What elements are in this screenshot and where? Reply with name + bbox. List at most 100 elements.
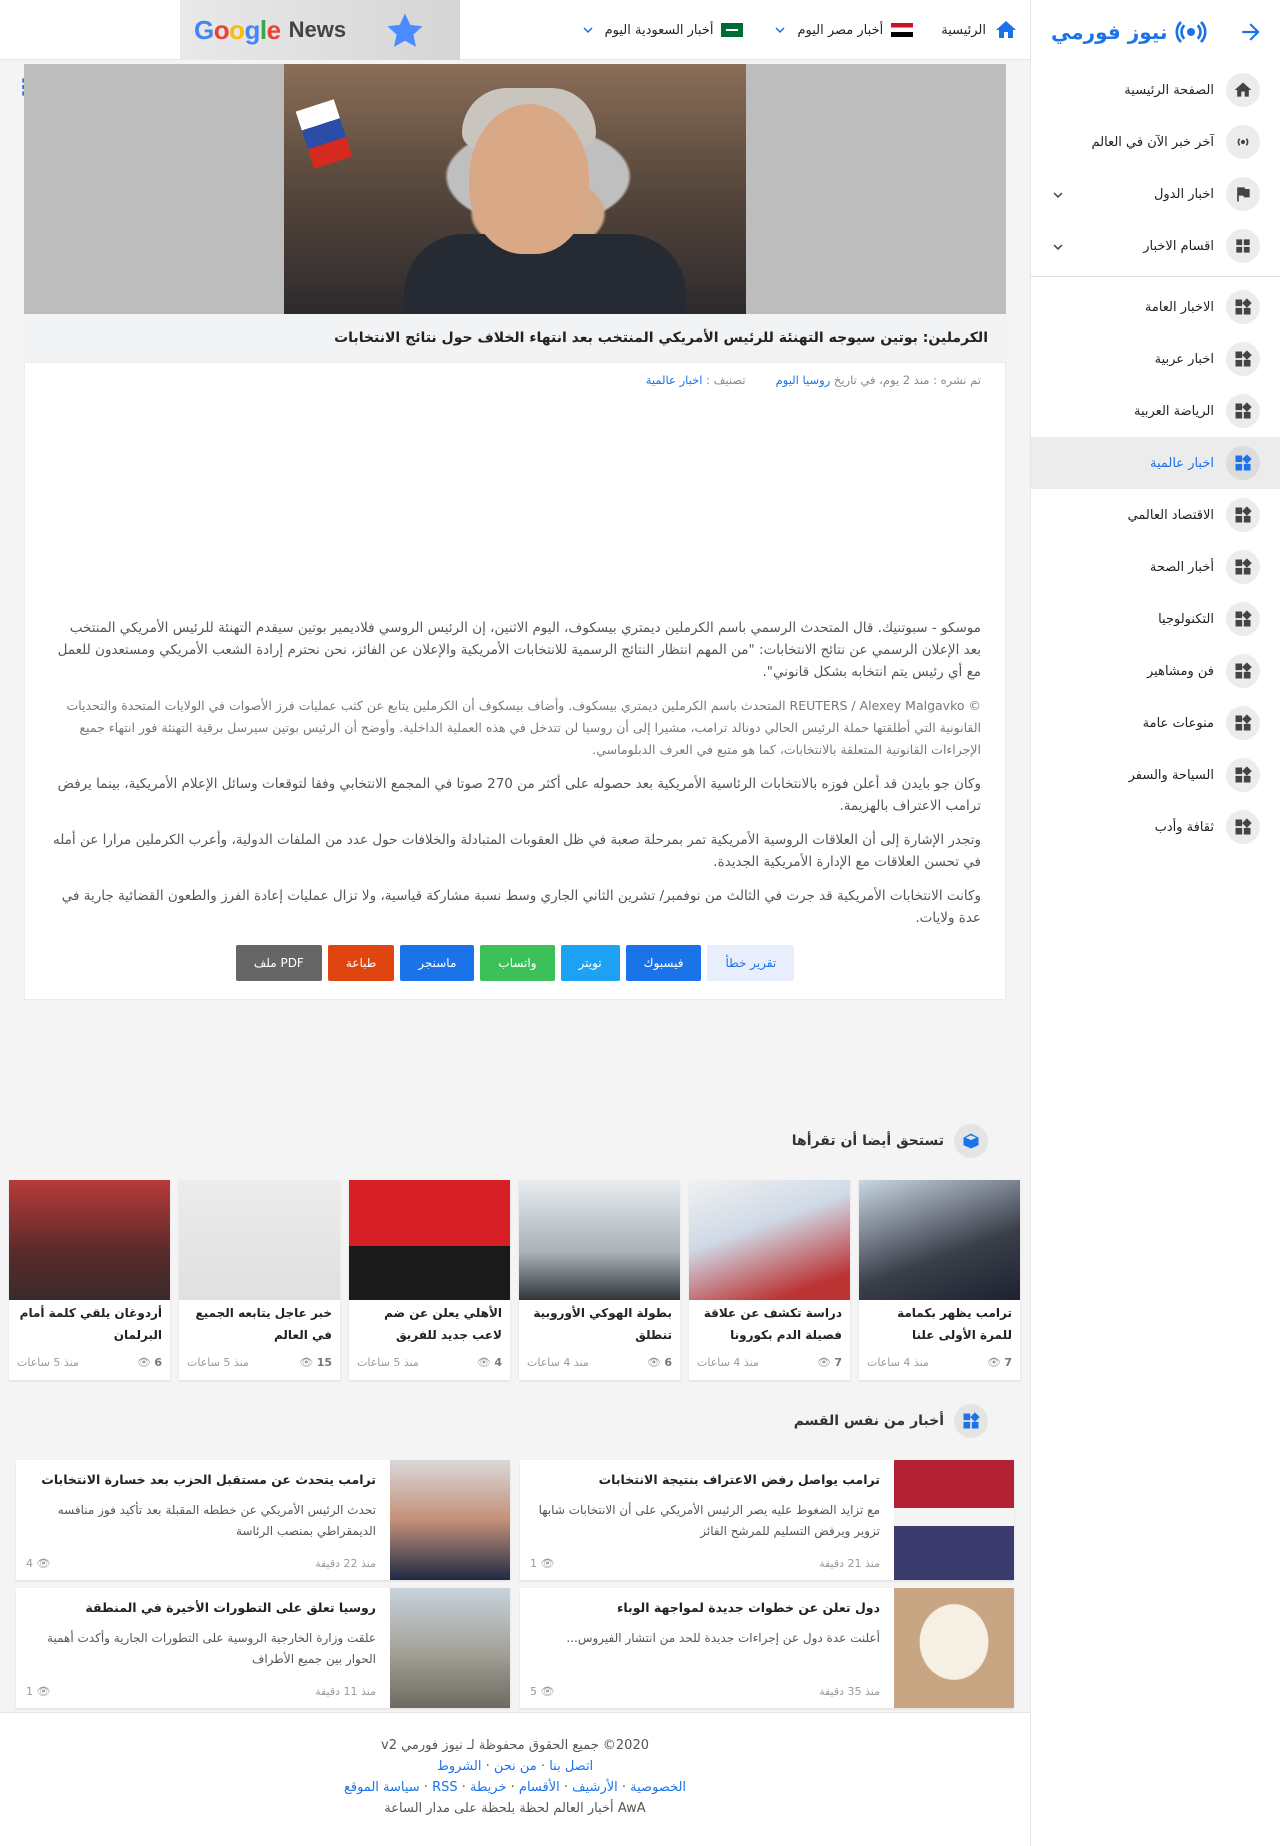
footer-links-2: الخصوصية · الأرشيف · الأقسام · خريطة · R… bbox=[343, 1780, 687, 1795]
latest-card-desc: تحدث الرئيس الأمريكي عن خططه المقبلة بعد… bbox=[57, 1503, 376, 1538]
footer-link[interactable]: من نحن bbox=[494, 1759, 537, 1774]
widget-icon bbox=[1226, 394, 1260, 428]
related-thumb bbox=[9, 1180, 170, 1300]
share-button[interactable]: طباعة bbox=[327, 945, 395, 981]
latest-card-title: روسيا تعلق على التطورات الأخيرة في المنط… bbox=[85, 1600, 376, 1615]
share-button[interactable]: PDF ملف bbox=[235, 945, 322, 981]
post-time: منذ 21 دقيقة bbox=[819, 1557, 880, 1570]
home-icon bbox=[996, 21, 1016, 38]
latest-card-meta: 1 👁 منذ 21 دقيقة bbox=[530, 1557, 880, 1570]
related-card-title: بطولة الهوكي الأوروبية تنطلق bbox=[533, 1306, 672, 1342]
sidebar-item-label: آخر خبر الآن في العالم bbox=[1091, 134, 1214, 150]
footer-link[interactable]: اتصل بنا bbox=[549, 1759, 593, 1774]
widget-icon bbox=[1226, 446, 1260, 480]
category-icon bbox=[1226, 229, 1260, 263]
sidebar-item-label: الاخبار العامة bbox=[1144, 299, 1214, 315]
share-button[interactable]: واتساب bbox=[480, 945, 555, 981]
article-body: موسكو - سبوتنيك. قال المتحدث الرسمي باسم… bbox=[49, 617, 981, 929]
nav-egypt[interactable]: أخبار مصر اليوم bbox=[771, 21, 914, 39]
related-title: تستحق أيضا أن تقرأها bbox=[791, 1133, 944, 1149]
sidebar-item-label: اقسام الاخبار bbox=[1143, 238, 1214, 254]
category-link[interactable]: اخبار عالمية bbox=[646, 373, 703, 387]
sidebar-item-4[interactable]: الاخبار العامة bbox=[1031, 281, 1280, 333]
sidebar-item-label: اخبار الدول bbox=[1153, 186, 1214, 202]
related-card[interactable]: الأهلي يعلن عن ضم لاعب جديد للفريق 4 👁 منذ… bbox=[349, 1180, 510, 1380]
footer-link[interactable]: RSS bbox=[432, 1780, 458, 1795]
sidebar-item-8[interactable]: الاقتصاد العالمي bbox=[1031, 489, 1280, 541]
sidebar-item-11[interactable]: فن ومشاهير bbox=[1031, 645, 1280, 697]
arrow-forward-icon[interactable] bbox=[1238, 19, 1264, 45]
widget-icon bbox=[1226, 810, 1260, 844]
sidebar-item-3[interactable]: اقسام الاخبار bbox=[1031, 220, 1280, 272]
book-icon bbox=[954, 1124, 988, 1158]
nav-home[interactable]: الرئيسية bbox=[941, 18, 1018, 42]
widget-icon bbox=[1226, 342, 1260, 376]
footer-link[interactable]: سياسة الموقع bbox=[344, 1780, 420, 1795]
saudi-flag-icon bbox=[721, 23, 744, 37]
post-time: منذ 5 ساعات bbox=[357, 1356, 419, 1369]
footer-link[interactable]: خريطة bbox=[470, 1780, 506, 1795]
google-logo: Google bbox=[194, 14, 281, 45]
related-card[interactable]: أردوغان يلقي كلمة أمام البرلمان 6 👁 منذ 5 … bbox=[9, 1180, 170, 1380]
widget-icon bbox=[1226, 290, 1260, 324]
sidebar-item-1[interactable]: آخر خبر الآن في العالم bbox=[1031, 116, 1280, 168]
star-icon bbox=[387, 13, 423, 47]
views-count: 4 👁 bbox=[26, 1557, 51, 1570]
latest-card[interactable]: ترامب يواصل رفض الاعتراف بنتيجة الانتخاب… bbox=[520, 1460, 1014, 1580]
sidebar-item-7[interactable]: اخبار عالمية bbox=[1031, 437, 1280, 489]
post-time: منذ 22 دقيقة bbox=[315, 1557, 376, 1570]
nav-egypt-label: أخبار مصر اليوم bbox=[797, 22, 884, 38]
sidebar-item-label: فن ومشاهير bbox=[1147, 663, 1214, 679]
related-card[interactable]: ترامب يظهر بكمامة للمرة الأولى علنا 7 👁 من… bbox=[859, 1180, 1020, 1380]
sidebar-item-14[interactable]: ثقافة وأدب bbox=[1031, 801, 1280, 853]
post-time: منذ 4 ساعات bbox=[867, 1356, 929, 1369]
related-card-meta: 7 👁 منذ 4 ساعات bbox=[689, 1352, 850, 1373]
related-card[interactable]: بطولة الهوكي الأوروبية تنطلق 6 👁 منذ 4 ساع… bbox=[519, 1180, 680, 1380]
google-news-banner[interactable]: Google News bbox=[180, 0, 460, 60]
widget-icon bbox=[1226, 758, 1260, 792]
article-paragraph: موسكو - سبوتنيك. قال المتحدث الرسمي باسم… bbox=[57, 620, 981, 680]
share-button[interactable]: تقرير خطأ bbox=[707, 945, 795, 981]
latest-card[interactable]: دول تعلن عن خطوات جديدة لمواجهة الوباء أع… bbox=[520, 1588, 1014, 1708]
latest-card[interactable]: روسيا تعلق على التطورات الأخيرة في المنط… bbox=[16, 1588, 510, 1708]
brand-name: نيوز فورمي bbox=[1051, 20, 1168, 44]
related-card[interactable]: خبر عاجل يتابعه الجميع في العالم 15 👁 منذ … bbox=[179, 1180, 340, 1380]
sidebar-item-5[interactable]: اخبار عربية bbox=[1031, 333, 1280, 385]
share-button[interactable]: تويتر bbox=[560, 945, 620, 981]
share-button[interactable]: فيسبوك bbox=[625, 945, 702, 981]
article-paragraph: © REUTERS / Alexey Malgavko المتحدث باسم… bbox=[66, 698, 982, 757]
sidebar-item-label: ثقافة وأدب bbox=[1154, 819, 1214, 835]
sidebar-item-label: الرياضة العربية bbox=[1134, 403, 1214, 419]
related-card[interactable]: دراسة تكشف عن علاقة فصيلة الدم بكورونا 7 … bbox=[689, 1180, 850, 1380]
latest-card[interactable]: ترامب يتحدث عن مستقبل الحزب بعد خسارة ال… bbox=[16, 1460, 510, 1580]
sidebar: نيوز فورمي الصفحة الرئيسية آخر خبر الآن ف… bbox=[1030, 0, 1280, 1846]
source-link[interactable]: روسيا اليوم bbox=[776, 373, 831, 387]
sidebar-item-label: الصفحة الرئيسية bbox=[1124, 82, 1214, 98]
share-button[interactable]: ماسنجر bbox=[400, 945, 475, 981]
sidebar-item-10[interactable]: التكنولوجيا bbox=[1031, 593, 1280, 645]
related-card-meta: 6 👁 منذ 5 ساعات bbox=[9, 1352, 170, 1373]
sidebar-item-2[interactable]: اخبار الدول bbox=[1031, 168, 1280, 220]
brand-logo[interactable]: نيوز فورمي bbox=[1051, 16, 1207, 48]
related-card-meta: 6 👁 منذ 4 ساعات bbox=[519, 1352, 680, 1373]
views-count: 5 👁 bbox=[530, 1685, 555, 1698]
nav-saudi[interactable]: أخبار السعودية اليوم bbox=[579, 21, 744, 39]
article-paragraph: وكان جو بايدن قد أعلن فوزه بالانتخابات ا… bbox=[57, 776, 981, 814]
related-thumb bbox=[179, 1180, 340, 1300]
views-count: 1 👁 bbox=[530, 1557, 555, 1570]
meta-category: تصنيف : اخبار عالمية bbox=[645, 373, 746, 387]
sidebar-item-0[interactable]: الصفحة الرئيسية bbox=[1031, 64, 1280, 116]
sidebar-item-13[interactable]: السياحة والسفر bbox=[1031, 749, 1280, 801]
sidebar-item-12[interactable]: منوعات عامة bbox=[1031, 697, 1280, 749]
latest-title: أخبار من نفس القسم bbox=[793, 1413, 944, 1429]
sidebar-item-6[interactable]: الرياضة العربية bbox=[1031, 385, 1280, 437]
copyright: 2020© جميع الحقوق محفوظة لـ نيوز فورمي v… bbox=[381, 1738, 649, 1753]
latest-card-title: ترامب يتحدث عن مستقبل الحزب بعد خسارة ال… bbox=[41, 1472, 376, 1487]
footer-link[interactable]: الخصوصية bbox=[630, 1780, 686, 1795]
footer-link[interactable]: الأقسام bbox=[519, 1780, 560, 1795]
footer-link[interactable]: الشروط bbox=[437, 1759, 482, 1774]
latest-card-desc: أعلنت عدة دول عن إجراءات جديدة للحد من ا… bbox=[566, 1631, 880, 1645]
sidebar-item-9[interactable]: أخبار الصحة bbox=[1031, 541, 1280, 593]
footer-link[interactable]: الأرشيف bbox=[572, 1780, 618, 1795]
chevron-down-icon bbox=[1053, 192, 1063, 198]
